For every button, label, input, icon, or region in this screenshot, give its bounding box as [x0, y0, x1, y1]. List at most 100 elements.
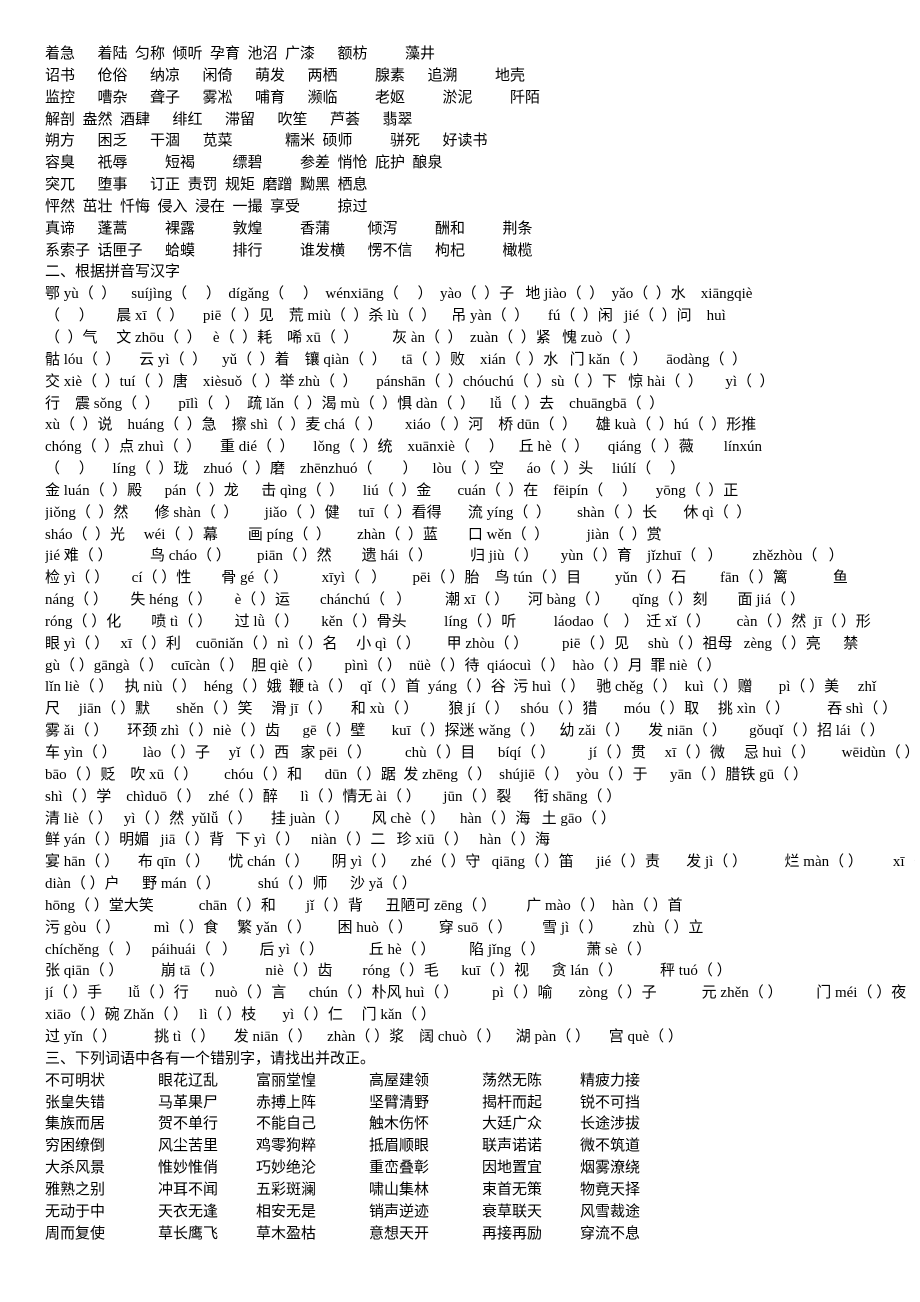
idiom-cell: 再接再励 [482, 1225, 543, 1242]
section2-line: 检 yì（ ） cí（ ）性 骨 gé（ ） xīyì（ ） pēi（ ）胎 鸟… [45, 570, 848, 587]
section2-line: shì（ ）学 chìduō（ ） zhé（ ）醉 lì（ ）情无 ài（ ） … [45, 788, 622, 805]
section2-line: 眼 yì（ ） xī（ ）利 cuōniǎn（ ）nì（ ）名 小 qì（ ） … [45, 635, 859, 652]
typo-row: 不可明状 眼花辽乱 富丽堂惶 高屋建领 荡然无陈 精疲力接 [45, 1071, 915, 1093]
idiom-cell: 大廷广众 [482, 1116, 543, 1133]
section2-line: 鲜 yán（ ）明媚 jiā（ ）背 下 yì（ ） niàn（ ）二 珍 xi… [45, 832, 550, 849]
idiom-cell: 风雪裁途 [580, 1203, 641, 1220]
section1-line: 突兀 堕事 订正 责罚 规矩 磨蹭 黝黑 栖息 [45, 177, 368, 194]
section2-line: bāo（ ）贬 吹 xū（ ） chóu（ ）和 dūn（ ）踞 发 zhēng… [45, 766, 808, 783]
section2-line: 雾 ǎi（ ） 环颈 zhì（ ）niè（ ）齿 gē（ ）壁 kuī（ ）探迷… [45, 723, 885, 740]
idiom-cell: 长途涉拔 [580, 1116, 641, 1133]
section1-line: 监控 嘈杂 聋子 雾凇 哺育 濒临 老妪 淤泥 阡陌 [45, 89, 541, 106]
section1-line: 系索子 话匣子 蛤蟆 排行 谁发横 愣不信 枸杞 橄榄 [45, 242, 533, 259]
idiom-cell: 荡然无陈 [482, 1072, 543, 1089]
section2-line: jiǒng（ ）然 修 shàn（ ） jiǎo（ ）健 tuī（ ）看得 流 … [45, 504, 752, 521]
section2-line: róng（ ）化 喷 tì（ ） 过 lǜ（ ） kěn（ ）骨头 líng（ … [45, 613, 871, 630]
idiom-cell: 联声诺诺 [482, 1138, 543, 1155]
typo-row: 无动于中 天衣无逢 相安无是 销声逆迹 衰草联天 风雪裁途 [45, 1202, 915, 1224]
idiom-cell: 相安无是 [256, 1203, 317, 1220]
idiom-cell: 赤搏上阵 [256, 1094, 317, 1111]
idiom-cell: 张皇失错 [45, 1094, 106, 1111]
idiom-cell: 揭杆而起 [482, 1094, 543, 1111]
idiom-cell: 五彩斑澜 [256, 1181, 317, 1198]
idiom-cell: 束首无策 [482, 1181, 543, 1198]
section1-line: 真谛 蓬蒿 裸露 敦煌 香蒲 倾泻 酬和 荆条 [45, 220, 533, 237]
idiom-cell: 冲耳不闻 [158, 1181, 219, 1198]
section2-line: 车 yìn（ ） lào（ ）子 yǐ（ ）西 家 pēi（ ） chù（ ）目… [45, 745, 915, 761]
section2-line: 污 gòu（ ） mì（ ）食 繁 yǎn（ ） 困 huò（ ） 穿 suō（… [45, 919, 704, 936]
idiom-cell: 雅熟之别 [45, 1181, 106, 1198]
section2-line: 行 震 sǒng（ ） pīlì（ ） 疏 lǎn（ ）渴 mù（ ）惧 dàn… [45, 395, 665, 412]
idiom-cell: 风尘苦里 [158, 1138, 219, 1155]
typo-row: 集族而居 贺不单行 不能自己 触木伤怀 大廷广众 长途涉拔 [45, 1114, 915, 1136]
section-2-heading: 二、根据拼音写汉字 [45, 264, 181, 281]
section2-line: 过 yǐn（ ） 挑 tì（ ） 发 niān（ ） zhàn（ ）浆 阔 ch… [45, 1028, 683, 1045]
idiom-cell: 大杀风景 [45, 1160, 106, 1177]
idiom-cell: 穷困缭倒 [45, 1138, 106, 1155]
typo-correction-table: 不可明状 眼花辽乱 富丽堂惶 高屋建领 荡然无陈 精疲力接 张皇失错 马革果尸 赤搏上阵 坚臂清野… [45, 1071, 915, 1246]
document-page: 着急 着陆 匀称 倾听 孕育 池沼 广漆 额枋 藻井诏书 伧俗 纳凉 闲倚 萌发… [45, 44, 915, 1245]
idiom-cell: 惟妙惟俏 [158, 1160, 219, 1177]
section2-line: 鄂 yù（ ） suíjìng（ ） dígǎng（ ） wénxiāng（ ）… [45, 286, 753, 303]
idiom-cell: 鸡零狗粹 [256, 1138, 317, 1155]
section2-line: 宴 hān（ ） 布 qīn（ ） 忧 chán（ ） 阴 yì（ ） zhé（… [45, 854, 915, 871]
typo-row: 张皇失错 马革果尸 赤搏上阵 坚臂清野 揭杆而起 锐不可挡 [45, 1093, 915, 1115]
section2-line: 金 luán（ ）殿 pán（ ）龙 击 qìng（ ） liú（ ）金 cuá… [45, 482, 739, 499]
section2-line: xù（ ）说 huáng（ ）急 擦 shì（ ）麦 chá（ ） xiáo（ … [45, 417, 757, 434]
idiom-cell: 触木伤怀 [369, 1116, 430, 1133]
section2-line: jí（ ）手 lǚ（ ）行 nuò（ ）言 chún（ ）朴风 huì（ ） p… [45, 985, 907, 1002]
idiom-cell: 抵眉顺眼 [369, 1138, 430, 1155]
section2-line: （ ） 晨 xī（ ） piē（ ）见 荒 miù（ ）杀 lù（ ） 吊 yà… [45, 308, 726, 325]
idiom-cell: 微不筑道 [580, 1138, 641, 1155]
section2-line: 交 xiè（ ）tuí（ ）唐 xièsuǒ（ ）举 zhù（ ） pánshā… [45, 373, 775, 390]
idiom-cell: 天衣无逢 [158, 1203, 219, 1220]
idiom-cell: 马革果尸 [158, 1094, 219, 1111]
idiom-cell: 锐不可挡 [580, 1094, 641, 1111]
idiom-cell: 啸山集林 [369, 1181, 430, 1198]
section2-line: 尺 jiān（ ）默 shěn（ ）笑 滑 jī（ ） 和 xù（ ） 狼 jí… [45, 701, 898, 718]
idiom-cell: 集族而居 [45, 1116, 106, 1133]
section2-line: diàn（ ）户 野 mán（ ） shú（ ）师 沙 yǎ（ ） [45, 876, 417, 893]
section1-line: 容臭 祇辱 短褐 缥碧 参差 悄怆 庇护 酿泉 [45, 155, 443, 172]
idiom-cell: 不可明状 [45, 1072, 106, 1089]
idiom-cell: 物竟天择 [580, 1181, 641, 1198]
pinyin-exercise: 鄂 yù（ ） suíjìng（ ） dígǎng（ ） wénxiāng（ ）… [45, 284, 915, 1049]
typo-row: 穷困缭倒 风尘苦里 鸡零狗粹 抵眉顺眼 联声诺诺 微不筑道 [45, 1136, 915, 1158]
idiom-cell: 无动于中 [45, 1203, 106, 1220]
section1-line: 朔方 困乏 干涸 苋菜 糯米 硕师 骈死 好读书 [45, 133, 488, 150]
vocabulary-list: 着急 着陆 匀称 倾听 孕育 池沼 广漆 额枋 藻井诏书 伧俗 纳凉 闲倚 萌发… [45, 44, 915, 262]
idiom-cell: 意想天开 [369, 1225, 430, 1242]
section2-line: chíchěng（ ） páihuái（ ） 后 yì（ ） 丘 hè（ ） 陷… [45, 941, 652, 958]
section1-line: 诏书 伧俗 纳凉 闲倚 萌发 两栖 腺素 追溯 地壳 [45, 67, 526, 84]
typo-row: 周而复使 草长鹰飞 草木盈枯 意想天开 再接再励 穿流不息 [45, 1224, 915, 1246]
section-3-heading: 三、下列词语中各有一个错别字，请找出并改正。 [45, 1050, 376, 1067]
idiom-cell: 贺不单行 [158, 1116, 219, 1133]
section2-line: chóng（ ）点 zhuì（ ） 重 dié（ ） lǒng（ ）统 xuān… [45, 439, 763, 456]
section2-line: sháo（ ）光 wéi（ ）幕 画 píng（ ） zhàn（ ）蓝 口 wě… [45, 526, 662, 543]
idiom-cell: 富丽堂惶 [256, 1072, 317, 1089]
idiom-cell: 重峦叠彰 [369, 1160, 430, 1177]
section2-line: lǐn liè（ ） 执 niù（ ） héng（ ）娥 鞭 tà（ ） qǐ（… [45, 679, 877, 696]
section2-line: gù（ ）gāngà（ ） cuīcàn（ ） 胆 qiè（ ） pìnì（ ）… [45, 657, 722, 674]
idiom-cell: 衰草联天 [482, 1203, 543, 1220]
idiom-cell: 周而复使 [45, 1225, 106, 1242]
section2-line: 骷 lóu（ ） 云 yì（ ） yǔ（ ）着 镶 qiàn（ ） tā（ ）败… [45, 351, 748, 368]
section2-line: （ ）气 文 zhōu（ ） è（ ）耗 唏 xū（ ） 灰 àn（ ） zuà… [45, 329, 640, 346]
idiom-cell: 烟雾潦绕 [580, 1160, 641, 1177]
idiom-cell: 穿流不息 [580, 1225, 641, 1242]
section2-line: （ ） líng（ ）珑 zhuó（ ）磨 zhēnzhuó（ ） lòu（ ）… [45, 461, 685, 478]
idiom-cell: 精疲力接 [580, 1072, 641, 1089]
section1-line: 解剖 盎然 酒肆 绯红 滞留 吹笙 芦荟 翡翠 [45, 111, 413, 128]
section1-line: 怦然 茁壮 忏悔 侵入 浸在 一撮 享受 掠过 [45, 198, 368, 215]
idiom-cell: 草木盈枯 [256, 1225, 317, 1242]
idiom-cell: 不能自己 [256, 1116, 317, 1133]
idiom-cell: 巧妙绝沦 [256, 1160, 317, 1177]
idiom-cell: 因地置宜 [482, 1160, 543, 1177]
section1-line: 着急 着陆 匀称 倾听 孕育 池沼 广漆 额枋 藻井 [45, 46, 436, 62]
idiom-cell: 眼花辽乱 [158, 1072, 219, 1089]
typo-row: 雅熟之别 冲耳不闻 五彩斑澜 啸山集林 束首无策 物竟天择 [45, 1180, 915, 1202]
section2-line: hōng（ ）堂大笑 chān（ ）和 jǐ（ ）背 丑陋可 zēng（ ） 广… [45, 897, 683, 914]
idiom-cell: 坚臂清野 [369, 1094, 430, 1111]
section2-line: náng（ ） 失 héng（ ） è（ ）运 chánchú（ ） 潮 xī（… [45, 592, 805, 609]
section2-line: xiāo（ ）碗 Zhǎn（ ） lì（ ）枝 yì（ ）仁 门 kǎn（ ） [45, 1007, 436, 1024]
